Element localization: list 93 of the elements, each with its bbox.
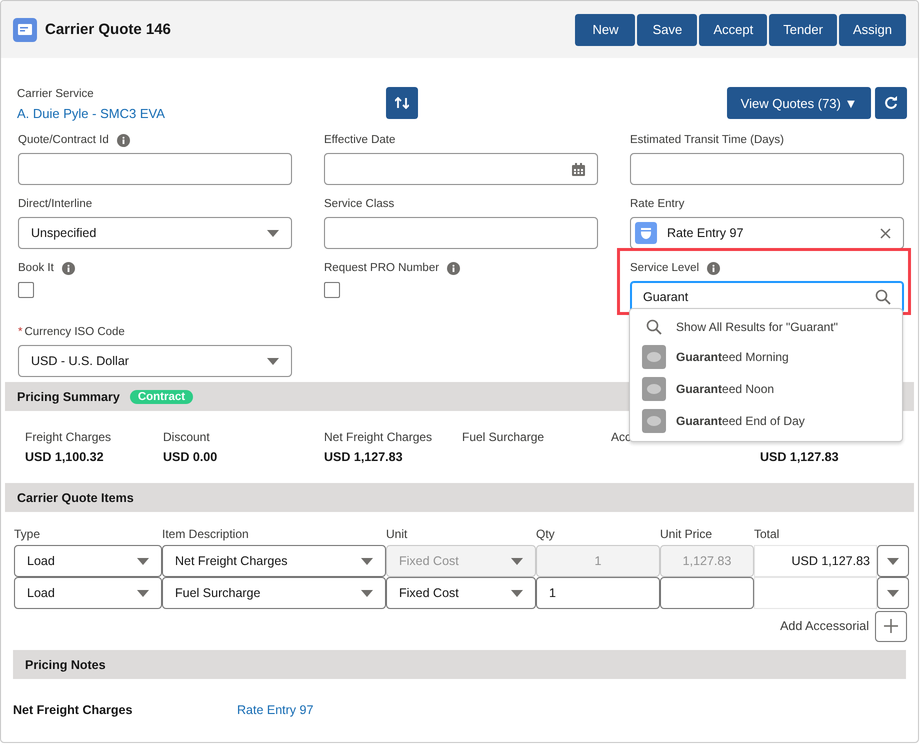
field-label: Currency ISO Code [24,326,125,338]
select-cell[interactable]: Fixed Cost [386,577,536,609]
refresh-icon [884,96,898,110]
column-header: Total [754,527,780,541]
swap-icon [395,97,409,109]
date-field[interactable] [324,153,598,185]
field-label: Quote/Contract Id [18,134,109,146]
lookup-field[interactable]: Rate Entry 97 [630,217,904,249]
total-cell: USD 1,127.83 [754,545,877,577]
search-icon [875,289,891,305]
text-field[interactable] [324,217,598,249]
summary-label: Fuel Surcharge [462,430,546,446]
field-label: Service Level [630,262,700,274]
select-field[interactable]: USD - U.S. Dollar [18,345,292,377]
caret-icon [511,590,523,596]
cloud-icon [642,377,666,401]
summary-label: Discount [163,430,211,446]
info-icon[interactable] [707,262,720,274]
column-header: Unit Price [660,527,712,541]
plus-icon [884,619,898,633]
search-icon [646,319,662,335]
status-badge: Contract [130,390,194,404]
field-label: Book It [18,262,54,274]
suggestion-option[interactable]: Guaranteed Morning [630,341,902,373]
calendar-icon[interactable] [572,162,585,176]
caret-icon [511,558,523,564]
row-menu-button[interactable] [877,545,909,577]
summary-label: Net Freight Charges [324,430,434,446]
action-button[interactable]: Tender [769,14,837,46]
refresh-button[interactable] [875,87,907,119]
caret-icon [887,558,899,564]
select-field[interactable]: Unspecified [18,217,292,249]
page-title: Carrier Quote 146 [45,21,172,38]
action-button[interactable]: Save [637,14,698,46]
show-all-option[interactable]: Show All Results for "Guarant" [630,313,902,341]
text-field[interactable] [18,153,292,185]
shield-icon [635,222,657,244]
note-label: Net Freight Charges [13,703,134,717]
text-field[interactable] [630,153,904,185]
rate-entry-link[interactable]: Rate Entry 97 [237,703,314,717]
select-cell[interactable]: Load [14,577,162,609]
caret-icon [361,590,373,596]
column-header: Qty [536,527,555,541]
caret-icon [137,590,149,596]
column-header: Unit [386,527,408,541]
row-menu-button[interactable] [877,577,909,609]
select-cell[interactable]: Fuel Surcharge [162,577,386,609]
caret-icon [361,558,373,564]
input-cell[interactable]: 1 [536,577,660,609]
summary-value: USD 1,127.83 [760,450,840,464]
select-cell[interactable]: Load [14,545,162,577]
select-cell[interactable]: Net Freight Charges [162,545,386,577]
column-header: Type [14,527,40,541]
summary-value: USD 1,100.32 [25,450,105,464]
carrier-service-link[interactable]: A. Duie Pyle - SMC3 EVA [17,106,165,120]
caret-icon [137,558,149,564]
field-label: Carrier Service [17,88,94,100]
swap-button[interactable] [386,87,418,119]
caret-icon [887,590,899,596]
required-mark: * [18,326,22,338]
suggestion-option[interactable]: Guaranteed Noon [630,373,902,405]
checkbox[interactable] [18,282,34,298]
info-icon[interactable] [62,262,75,274]
caret-icon [267,358,279,364]
section-title: Pricing Notes [25,658,106,672]
caret-icon [267,230,279,236]
summary-value: USD 0.00 [163,450,218,464]
suggestion-option[interactable]: Guaranteed End of Day [630,405,902,437]
record-icon [13,18,37,42]
info-icon[interactable] [116,134,130,146]
view-quotes-button[interactable]: View Quotes (73) ▼ [727,87,871,119]
field-label: Effective Date [324,134,396,146]
summary-label: Freight Charges [25,430,112,446]
action-button[interactable]: Assign [838,14,906,46]
field-label: Estimated Transit Time (Days) [630,134,784,146]
column-header: Item Description [162,527,249,541]
field-label: Direct/Interline [18,198,92,210]
checkbox[interactable] [324,282,340,298]
field-label: Rate Entry [630,198,684,210]
add-button[interactable] [875,610,907,642]
summary-value: USD 1,127.83 [324,450,404,464]
section-title: Pricing Summary [17,390,120,404]
cloud-icon [642,345,666,369]
info-icon[interactable] [447,262,460,274]
add-accessorial-label: Add Accessorial [780,619,869,633]
cloud-icon [642,409,666,433]
action-button[interactable]: Accept [699,14,768,46]
field-label: Service Class [324,198,394,210]
close-icon[interactable] [880,228,891,238]
section-title: Carrier Quote Items [17,490,134,504]
input-cell[interactable] [660,577,754,609]
field-label: Request PRO Number [324,262,440,274]
action-button[interactable]: New [575,14,636,46]
